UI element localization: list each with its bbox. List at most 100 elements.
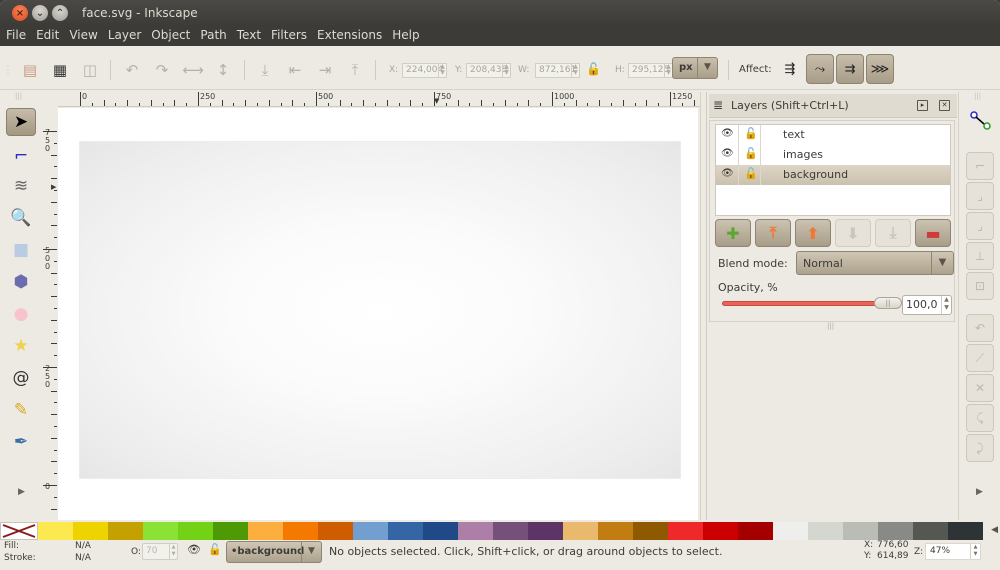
spiral-tool-button[interactable]: @ (6, 364, 36, 392)
menu-view[interactable]: View (69, 26, 103, 46)
y-spin-arrows[interactable]: ▲ ▼ (502, 64, 510, 77)
color-swatch[interactable] (38, 522, 73, 540)
toggle-layer-visibility-button[interactable]: 👁 (187, 543, 201, 556)
flip-horizontal-button[interactable]: ⟷ (181, 58, 205, 82)
h-field[interactable]: 295,125 ▲ ▼ (628, 63, 673, 78)
menu-text[interactable]: Text (237, 26, 267, 46)
opacity-field[interactable]: 100,0 ▲ ▼ (902, 295, 952, 315)
color-swatch[interactable] (563, 522, 598, 540)
menu-file[interactable]: File (6, 26, 32, 46)
menu-edit[interactable]: Edit (36, 26, 65, 46)
stroke-value[interactable]: N/A (75, 553, 91, 563)
tweak-tool-button[interactable]: ≋ (6, 172, 36, 200)
color-swatch[interactable] (458, 522, 493, 540)
zoom-tool-button[interactable]: 🔍 (6, 204, 36, 232)
snap-enable-button[interactable] (969, 110, 993, 132)
color-swatch[interactable] (948, 522, 983, 540)
horizontal-ruler[interactable]: 0 250 500 750 1000 1250 ▼ (58, 92, 700, 107)
snap-bbox-edge-button[interactable]: ⌟ (966, 182, 994, 210)
dock-resize-grip[interactable]: ||| (827, 322, 834, 330)
vertical-ruler[interactable]: 7 5 0 5 0 0 2 5 0 0 ▶ (42, 107, 57, 520)
color-swatch[interactable] (73, 522, 108, 540)
blend-mode-select[interactable]: Normal ▼ (796, 251, 954, 275)
raise-to-top-button[interactable]: ⤒ (343, 58, 367, 82)
affect-patterns-toggle[interactable]: ⋙ (866, 54, 894, 84)
opacity-slider-track[interactable] (722, 301, 888, 306)
snap-bbox-button[interactable]: ⌐ (966, 152, 994, 180)
rectangle-tool-button[interactable]: ■ (6, 236, 36, 264)
color-swatch[interactable] (738, 522, 773, 540)
star-tool-button[interactable]: ★ (6, 332, 36, 360)
snap-cusp-nodes-button[interactable]: ⤹ (966, 404, 994, 432)
menu-extensions[interactable]: Extensions (317, 26, 388, 46)
snap-paths-button[interactable]: ⟋ (966, 344, 994, 372)
document-properties-button[interactable]: ▤ (18, 58, 42, 82)
x-spin-arrows[interactable]: ▲ ▼ (438, 64, 446, 77)
opacity-status-field[interactable]: 70 ▲ ▼ (142, 543, 178, 560)
unlocked-icon[interactable]: 🔓 (744, 167, 758, 180)
add-layer-button[interactable]: ✚ (715, 219, 751, 247)
color-swatch[interactable] (108, 522, 143, 540)
3d-box-tool-button[interactable]: ⬢ (6, 268, 36, 296)
zoom-field[interactable]: 47% ▲ ▼ (925, 543, 981, 560)
close-dialog-button[interactable]: ✕ (939, 100, 950, 111)
toggle-layer-lock-button[interactable]: 🔓 (208, 543, 222, 556)
rotate-ccw-button[interactable]: ↶ (120, 58, 144, 82)
palette-menu-arrow[interactable]: ◀ (991, 525, 998, 535)
menu-path[interactable]: Path (200, 26, 232, 46)
color-swatch[interactable] (633, 522, 668, 540)
snap-bbox-midpoint-button[interactable]: ⊥ (966, 242, 994, 270)
lower-to-bottom-button[interactable]: ⤓ (253, 58, 277, 82)
lock-proportions-button[interactable]: 🔓 (586, 62, 601, 76)
minimize-window-button[interactable]: ⌄ (32, 5, 48, 21)
opacity-spin-arrows[interactable]: ▲ ▼ (941, 296, 951, 314)
toolbox-grip[interactable]: ||| (15, 92, 22, 100)
zoom-spin-arrows[interactable]: ▲ ▼ (970, 544, 980, 559)
raise-layer-to-top-button[interactable]: ⤒ (755, 219, 791, 247)
affect-stroke-width-toggle[interactable]: ⇶ (776, 54, 804, 84)
delete-layer-button[interactable]: ▬ (915, 219, 951, 247)
menu-help[interactable]: Help (392, 26, 425, 46)
snap-bar-grip[interactable]: ||| (974, 92, 981, 100)
color-swatch[interactable] (283, 522, 318, 540)
layer-name[interactable]: images (783, 148, 823, 161)
toolbar-grip[interactable]: ⋮ (2, 58, 14, 82)
select-all-button[interactable]: ▦ (48, 58, 72, 82)
menu-layer[interactable]: Layer (108, 26, 147, 46)
color-swatch[interactable] (318, 522, 353, 540)
page-background-rect[interactable] (79, 141, 681, 479)
unlocked-icon[interactable]: 🔓 (744, 147, 758, 160)
h-spin-arrows[interactable]: ▲ ▼ (664, 64, 672, 77)
layer-row-text[interactable]: 👁 🔓 text (716, 125, 950, 145)
snap-smooth-nodes-button[interactable]: ⤸ (966, 434, 994, 462)
eye-icon[interactable]: 👁 (721, 128, 734, 139)
lower-layer-button[interactable]: ⬇ (835, 219, 871, 247)
color-swatch[interactable] (808, 522, 843, 540)
color-swatch[interactable] (598, 522, 633, 540)
node-tool-button[interactable]: ⌐ (6, 142, 36, 170)
select-all-in-all-layers-button[interactable]: ◫ (78, 58, 102, 82)
flip-vertical-button[interactable]: ↕ (211, 58, 235, 82)
rotate-cw-button[interactable]: ↷ (150, 58, 174, 82)
color-swatch[interactable] (668, 522, 703, 540)
layer-row-background[interactable]: 👁 🔓 background (716, 165, 950, 185)
layer-name[interactable]: text (783, 128, 805, 141)
x-field[interactable]: 224,004 ▲ ▼ (402, 63, 447, 78)
pencil-tool-button[interactable]: ✎ (6, 396, 36, 424)
maximize-window-button[interactable]: ⌃ (52, 5, 68, 21)
raise-button[interactable]: ⇥ (313, 58, 337, 82)
color-swatch[interactable] (703, 522, 738, 540)
affect-rounded-corners-toggle[interactable]: ⤳ (806, 54, 834, 84)
iconify-dialog-button[interactable]: ▸ (917, 100, 928, 111)
color-swatch[interactable] (353, 522, 388, 540)
color-swatch[interactable] (178, 522, 213, 540)
close-window-button[interactable]: × (12, 5, 28, 21)
current-layer-select[interactable]: •background ▼ (226, 541, 322, 563)
toolbox-overflow-arrow[interactable]: ▶ (18, 487, 25, 497)
color-swatch[interactable] (528, 522, 563, 540)
y-field[interactable]: 208,438 ▲ ▼ (466, 63, 511, 78)
lower-button[interactable]: ⇤ (283, 58, 307, 82)
snap-bbox-corner-button[interactable]: ⌟ (966, 212, 994, 240)
w-field[interactable]: 872,161 ▲ ▼ (535, 63, 580, 78)
color-swatch[interactable] (213, 522, 248, 540)
